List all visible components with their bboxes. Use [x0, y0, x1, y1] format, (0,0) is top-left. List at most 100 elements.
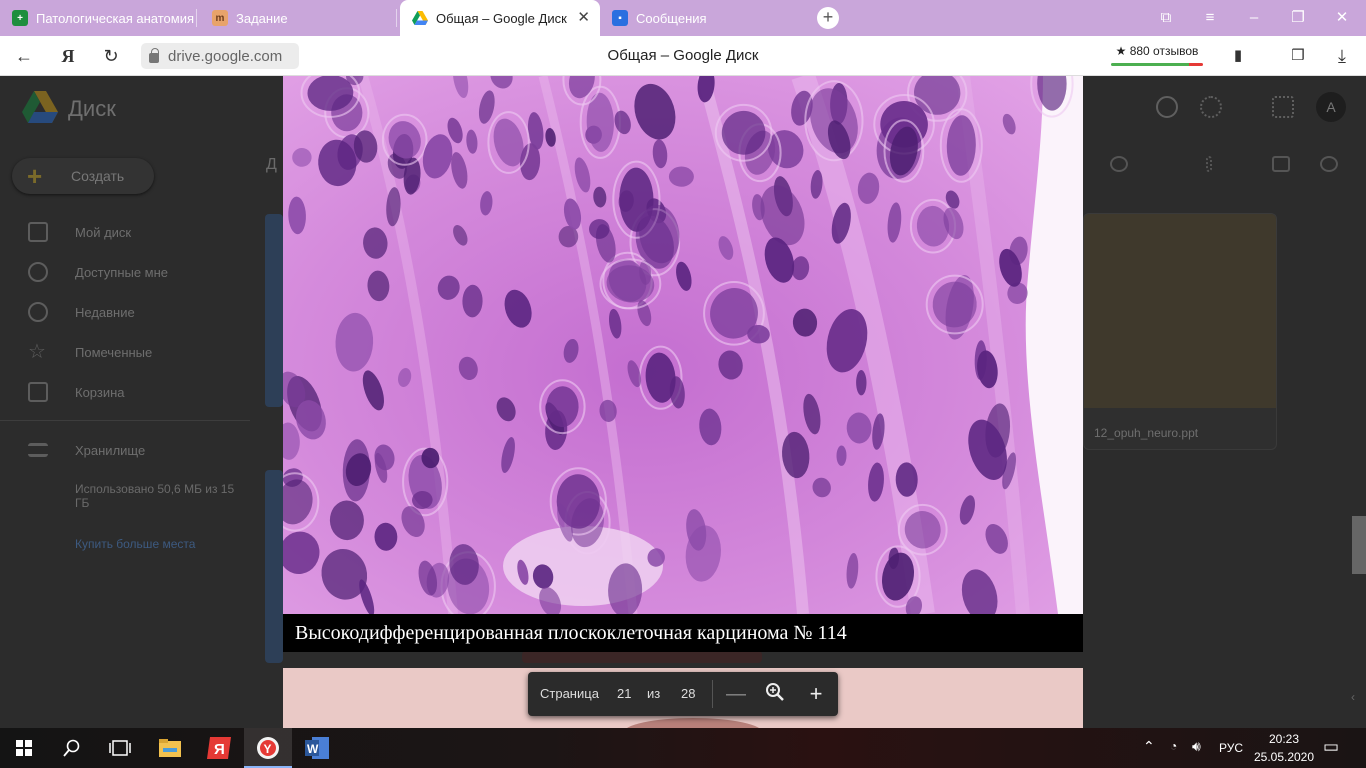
svg-text:Y: Y — [264, 742, 272, 756]
task-view-icon[interactable] — [96, 728, 144, 768]
tab-google-drive[interactable]: Общая – Google Диск ✕ — [400, 0, 600, 36]
sidebar-item-recent[interactable]: Недавние — [0, 297, 250, 327]
create-button[interactable]: + Создать — [12, 158, 154, 194]
sidebar-item-label: Помеченные — [75, 344, 153, 360]
yandex-icon[interactable]: Я — [195, 728, 243, 768]
tab-title: Задание — [236, 10, 288, 26]
sidebar-item-storage[interactable]: Хранилище — [0, 435, 250, 465]
messages-icon: ▪ — [612, 10, 628, 26]
sidebar-item-my-drive[interactable]: Мой диск — [0, 217, 250, 247]
language-indicator[interactable]: РУС — [1219, 741, 1243, 755]
download-icon[interactable]: ⤓ — [1330, 44, 1354, 68]
zoom-out-button[interactable]: — — [724, 682, 748, 706]
tab-messages[interactable]: ▪ Сообщения — [612, 0, 797, 36]
sidebar-item-label: Недавние — [75, 304, 135, 320]
address-bar: ← Я ↻ drive.google.com Общая – Google Ди… — [0, 36, 1366, 76]
plus-icon: + — [27, 161, 43, 191]
avatar[interactable]: A — [1316, 92, 1346, 122]
sidebar-item-label: Мой диск — [75, 224, 132, 240]
file-thumbnail[interactable] — [265, 470, 283, 663]
tray-expand-icon[interactable]: ⌃ — [1143, 738, 1155, 755]
network-icon[interactable]: ◔ — [1170, 739, 1177, 753]
breadcrumb: Д — [266, 156, 277, 173]
more-icon[interactable] — [1206, 156, 1212, 172]
file-name: 12_opuh_neuro.ppt — [1094, 426, 1199, 440]
info-icon[interactable] — [1320, 156, 1338, 172]
new-tab-button[interactable]: + — [817, 7, 839, 29]
sidebar-item-trash[interactable]: Корзина — [0, 377, 250, 407]
page-navigator: Страница 21 из 28 — + — [528, 672, 838, 716]
collections-icon[interactable]: ❒ — [1286, 44, 1310, 68]
zoom-icon[interactable] — [763, 682, 787, 706]
cell-nucleus — [668, 166, 694, 187]
tab-title: Общая – Google Диск — [436, 10, 567, 26]
sidebar-item-starred[interactable]: ☆ Помеченные — [0, 337, 250, 367]
help-icon[interactable] — [1156, 96, 1178, 118]
clock-date[interactable]: 25.05.2020 — [1253, 750, 1315, 764]
google-drive-logo-icon — [22, 91, 58, 123]
clock-time[interactable]: 20:23 — [1264, 732, 1304, 746]
sidebar-item-shared[interactable]: Доступные мне — [0, 257, 250, 287]
bookmark-icon[interactable]: ▮ — [1226, 44, 1250, 68]
slide-caption: Высокодифференцированная плоскоклеточная… — [283, 614, 1083, 652]
create-label: Создать — [71, 168, 125, 184]
preview-icon[interactable] — [1110, 156, 1128, 172]
file-thumbnail[interactable] — [265, 214, 283, 407]
file-card[interactable]: 12_opuh_neuro.ppt — [1083, 213, 1277, 450]
sidebar-divider — [0, 420, 250, 421]
windows-start-icon[interactable] — [0, 728, 48, 768]
reviews-badge[interactable]: ★ 880 отзывов — [1111, 42, 1203, 66]
starred-icon: ☆ — [28, 341, 46, 363]
file-thumbnail[interactable] — [522, 651, 762, 663]
page-total: 28 — [681, 686, 696, 701]
restore-icon[interactable]: ❐ — [1288, 8, 1308, 28]
tab-pathology[interactable]: + Патологическая анатомия — [12, 0, 197, 36]
buy-storage-link[interactable]: Купить больше места — [75, 537, 195, 551]
task-icon: m — [212, 10, 228, 26]
file-explorer-icon[interactable] — [146, 728, 194, 768]
svg-text:Я: Я — [214, 741, 225, 758]
reviews-label: ★ 880 отзывов — [1115, 44, 1199, 58]
histology-micrograph — [283, 76, 1083, 614]
apps-grid-icon[interactable] — [1272, 96, 1294, 118]
volume-icon[interactable]: 🔊︎ — [1192, 738, 1201, 755]
close-icon[interactable]: ✕ — [577, 10, 590, 25]
search-icon[interactable] — [48, 728, 96, 768]
trash-icon — [28, 382, 48, 402]
tab-title: Патологическая анатомия — [36, 10, 194, 26]
shared-icon — [28, 262, 48, 282]
settings-icon[interactable] — [1200, 96, 1222, 118]
close-window-icon[interactable]: ✕ — [1332, 8, 1352, 28]
storage-usage: Использовано 50,6 МБ из 15 ГБ — [75, 482, 235, 510]
browser-tab-strip: + Патологическая анатомия m Задание Обща… — [0, 0, 1366, 36]
tab-task[interactable]: m Задание — [212, 0, 397, 36]
menu-icon[interactable]: ≡ — [1200, 8, 1220, 28]
sidebar-item-label: Хранилище — [75, 442, 146, 458]
windows-taskbar: Я Y W ⌃ ◔ 🔊︎ РУС 20:23 25.05.2020 ▭ — [0, 728, 1366, 768]
pager-divider — [712, 680, 713, 708]
svg-text:W: W — [307, 742, 319, 756]
google-drive-icon — [412, 10, 428, 26]
minimize-icon[interactable]: – — [1244, 8, 1264, 28]
tabs-icon[interactable]: ⧉ — [1156, 8, 1176, 28]
yandex-browser-icon[interactable]: Y — [244, 728, 292, 768]
drive-brand: Диск — [68, 96, 116, 121]
word-icon[interactable]: W — [293, 728, 341, 768]
scroll-left-icon[interactable]: ‹ — [1351, 690, 1355, 704]
page-of-label: из — [647, 686, 661, 701]
list-view-icon[interactable] — [1272, 156, 1290, 172]
page-current-input[interactable]: 21 — [617, 686, 631, 701]
zoom-in-button[interactable]: + — [804, 682, 828, 706]
scrollbar-thumb[interactable] — [1352, 516, 1366, 574]
tab-title: Сообщения — [636, 10, 707, 26]
next-slide-image — [623, 718, 763, 728]
sidebar-item-label: Корзина — [75, 384, 125, 400]
page-label: Страница — [540, 686, 599, 701]
sheets-icon: + — [12, 10, 28, 26]
notifications-icon[interactable]: ▭ — [1323, 737, 1339, 757]
storage-icon — [28, 443, 48, 457]
sidebar-item-label: Доступные мне — [75, 264, 169, 280]
file-preview-image — [1084, 214, 1276, 408]
recent-icon — [28, 302, 48, 322]
my-drive-icon — [28, 222, 48, 242]
